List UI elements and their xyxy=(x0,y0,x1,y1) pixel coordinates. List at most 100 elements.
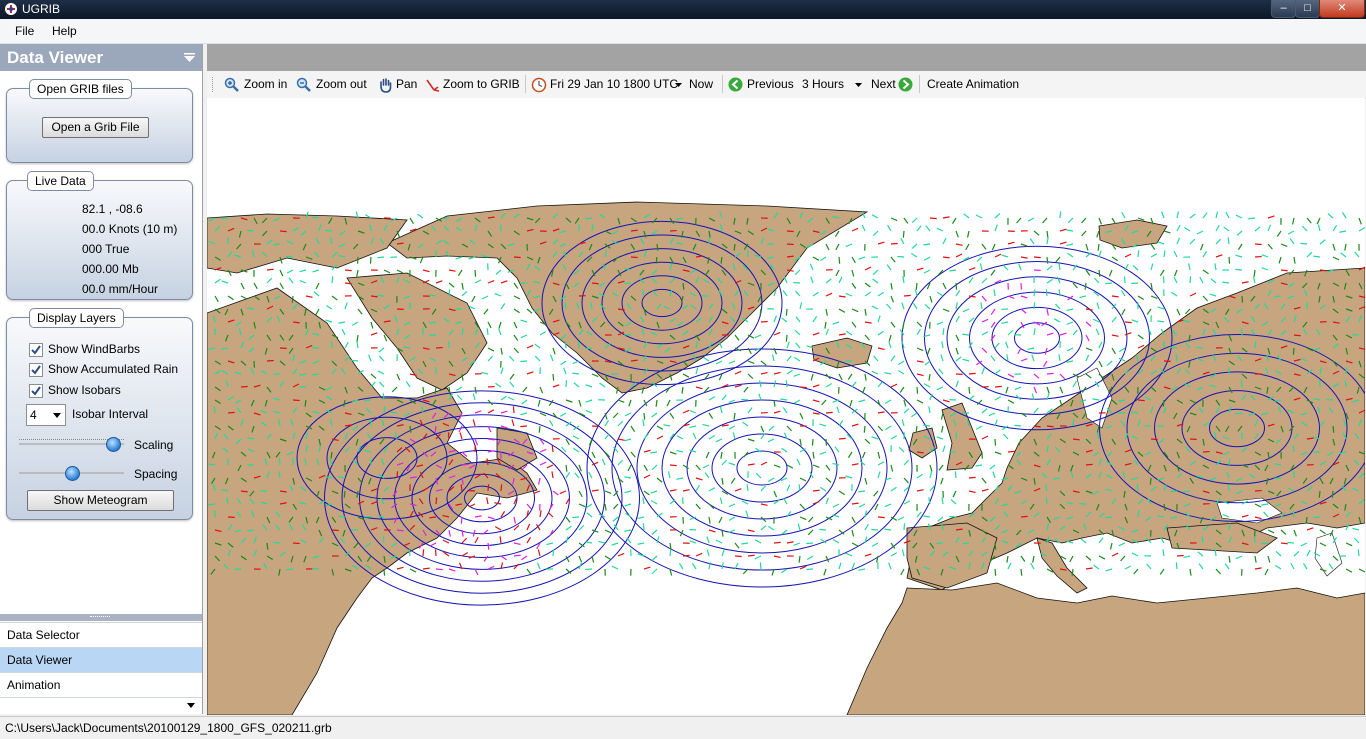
wind-barb xyxy=(811,438,814,446)
wind-barb xyxy=(745,510,749,518)
chevron-down-icon[interactable] xyxy=(675,83,682,87)
nav-data-viewer[interactable]: Data Viewer xyxy=(0,647,202,672)
wind-barb xyxy=(1287,541,1295,544)
wind-barb xyxy=(1150,243,1156,250)
wind-barb xyxy=(390,256,398,258)
wind-barb xyxy=(1236,230,1243,236)
datetime-select[interactable]: Fri 29 Jan 10 1800 UTC xyxy=(550,77,678,91)
wind-barb xyxy=(806,542,814,545)
spacing-slider[interactable] xyxy=(19,465,124,481)
map-header-strip xyxy=(207,44,1366,71)
scaling-label: Scaling xyxy=(134,438,174,452)
create-animation-button[interactable]: Create Animation xyxy=(927,77,1019,91)
zoom-in-button[interactable]: Zoom in xyxy=(244,77,287,91)
show-rain-checkbox[interactable] xyxy=(29,363,43,377)
wind-barb xyxy=(703,356,710,362)
wind-barb xyxy=(783,276,788,284)
weather-map-canvas[interactable] xyxy=(207,98,1365,715)
maximize-button[interactable]: □ xyxy=(1295,0,1320,18)
wind-barb xyxy=(903,432,905,440)
wind-barb xyxy=(279,269,284,277)
wind-barb xyxy=(1202,295,1209,302)
wind-barb xyxy=(911,243,918,249)
wind-barb xyxy=(871,436,879,440)
wind-barb xyxy=(539,331,547,336)
chevron-down-icon[interactable] xyxy=(855,83,862,87)
wind-barb xyxy=(825,328,830,336)
wind-barb xyxy=(901,302,905,310)
wind-barb xyxy=(630,549,632,557)
wind-barb xyxy=(1150,253,1158,258)
wind-barb xyxy=(669,542,672,550)
zoom-out-button[interactable]: Zoom out xyxy=(316,77,367,91)
zoom-to-grib-button[interactable]: Zoom to GRIB xyxy=(443,77,520,91)
wind-barb xyxy=(743,386,749,393)
wind-barb xyxy=(1332,256,1340,261)
wind-barb xyxy=(369,256,372,264)
nav-data-selector[interactable]: Data Selector xyxy=(0,622,202,647)
wind-barb xyxy=(890,464,894,472)
wind-barb xyxy=(968,386,971,394)
spacing-slider-thumb[interactable] xyxy=(65,466,80,481)
next-button[interactable]: Next xyxy=(871,77,896,91)
menu-help[interactable]: Help xyxy=(52,24,77,38)
wind-barb xyxy=(890,552,898,557)
isobar-interval-select[interactable]: 4 xyxy=(26,404,66,426)
scaling-slider[interactable] xyxy=(19,436,124,452)
pan-button[interactable]: Pan xyxy=(396,77,417,91)
wind-barb xyxy=(877,451,881,459)
wind-barb xyxy=(1072,380,1077,388)
now-button[interactable]: Now xyxy=(689,77,713,91)
wind-barb xyxy=(513,334,519,341)
wind-barb xyxy=(1018,263,1022,271)
wind-barb xyxy=(835,243,840,251)
wind-barb xyxy=(992,471,996,479)
nav-overflow[interactable] xyxy=(0,697,202,714)
wind-barb xyxy=(794,356,801,362)
show-meteogram-button[interactable]: Show Meteogram xyxy=(27,490,174,511)
show-isobars-checkbox[interactable] xyxy=(29,384,43,398)
wind-barb xyxy=(873,490,879,497)
wind-barb xyxy=(975,214,983,219)
wind-barb xyxy=(1176,237,1181,245)
wind-barb xyxy=(1276,230,1282,237)
wind-barb xyxy=(513,554,521,557)
menu-file[interactable]: File xyxy=(15,24,34,38)
wind-barb xyxy=(799,302,803,310)
scaling-slider-thumb[interactable] xyxy=(106,437,122,452)
wind-barb xyxy=(682,409,690,414)
wind-barb xyxy=(689,409,697,414)
panel-menu-icon[interactable] xyxy=(184,52,195,63)
wind-barb xyxy=(1072,329,1078,336)
wind-barb xyxy=(1280,243,1288,248)
wind-barb xyxy=(942,445,946,453)
nav-animation[interactable]: Animation xyxy=(0,672,202,697)
wind-barb xyxy=(942,399,950,403)
previous-button[interactable]: Previous xyxy=(747,77,794,91)
close-button[interactable]: ✕ xyxy=(1319,0,1365,18)
minimize-button[interactable]: – xyxy=(1271,0,1296,18)
wind-barb xyxy=(968,503,970,511)
wind-barb xyxy=(1031,354,1035,362)
weather-map[interactable] xyxy=(207,98,1365,715)
wind-barb xyxy=(903,459,910,466)
wind-barb xyxy=(834,230,840,237)
time-step-select[interactable]: 3 Hours xyxy=(802,77,844,91)
wind-barb xyxy=(885,425,892,431)
show-windbarbs-label: Show WindBarbs xyxy=(48,342,141,356)
wind-barb xyxy=(747,554,755,557)
wind-barb xyxy=(955,315,960,323)
wind-barb xyxy=(585,399,593,403)
panel-splitter[interactable] xyxy=(0,614,202,621)
wind-barb xyxy=(599,382,606,388)
wind-barb xyxy=(812,464,820,468)
wind-barb xyxy=(534,355,541,362)
wind-barb xyxy=(651,412,658,418)
landmass-canadian-arctic xyxy=(207,213,408,274)
wind-barb xyxy=(650,499,658,505)
wind-barb xyxy=(487,321,492,329)
show-windbarbs-checkbox[interactable] xyxy=(29,343,43,357)
open-grib-file-button[interactable]: Open a Grib File xyxy=(42,117,149,138)
wind-barb xyxy=(574,472,580,479)
wind-barb xyxy=(916,503,918,511)
